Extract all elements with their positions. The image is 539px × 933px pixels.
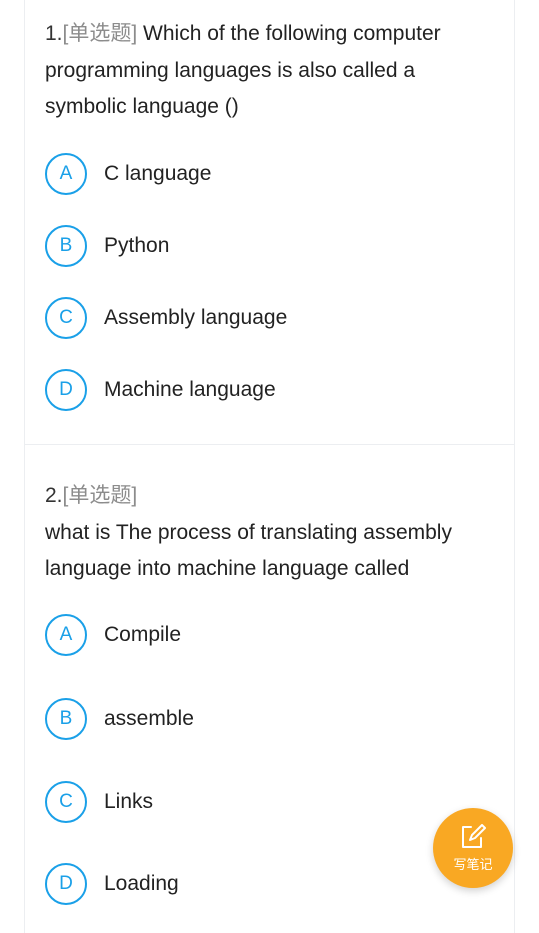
option-a[interactable]: A Compile (45, 612, 181, 658)
option-text: assemble (104, 707, 194, 730)
option-letter-circle[interactable]: B (45, 698, 87, 740)
write-note-button[interactable]: 写笔记 (433, 808, 513, 888)
write-note-label: 写笔记 (453, 857, 493, 873)
option-text: C language (104, 162, 212, 185)
option-d[interactable]: D Machine language (45, 367, 276, 413)
option-text: Assembly language (104, 306, 288, 329)
question-text: 2.[单选题] what is The process of translati… (45, 478, 485, 588)
question-card-1: 1.[单选题] Which of the following computer … (24, 0, 515, 445)
option-text: Machine language (104, 378, 276, 401)
quiz-page: 1.[单选题] Which of the following computer … (0, 0, 539, 933)
option-letter-circle[interactable]: D (45, 863, 87, 905)
option-b[interactable]: B Python (45, 223, 169, 269)
question-type-label: [单选题] (62, 484, 138, 507)
option-b[interactable]: B assemble (45, 696, 194, 742)
question-text-line: programming languages is also called a (45, 58, 416, 82)
option-text: Python (104, 234, 170, 257)
question-text-line: Which of the following computer (137, 22, 441, 45)
question-text-line: symbolic language () (45, 95, 239, 118)
option-d[interactable]: D Loading (45, 861, 179, 907)
question-text: 1.[单选题] Which of the following computer … (45, 16, 485, 126)
question-number: 1. (45, 22, 63, 45)
option-letter-circle[interactable]: B (45, 225, 87, 267)
option-c[interactable]: C Links (45, 779, 153, 825)
option-letter-circle[interactable]: C (45, 781, 87, 823)
question-type-label: [单选题] (62, 22, 138, 45)
question-number: 2. (45, 484, 63, 507)
option-text: Links (104, 790, 154, 813)
option-letter-circle[interactable]: D (45, 369, 87, 411)
edit-note-icon (459, 823, 487, 850)
option-c[interactable]: C Assembly language (45, 295, 287, 341)
option-letter-circle[interactable]: C (45, 297, 87, 339)
option-letter-circle[interactable]: A (45, 614, 87, 656)
option-a[interactable]: A C language (45, 151, 211, 197)
option-text: Compile (104, 623, 182, 646)
question-text-line: language into machine language called (45, 557, 410, 580)
option-letter-circle[interactable]: A (45, 153, 87, 195)
question-text-line: what is The process of translating assem… (45, 520, 452, 544)
option-text: Loading (104, 872, 179, 895)
